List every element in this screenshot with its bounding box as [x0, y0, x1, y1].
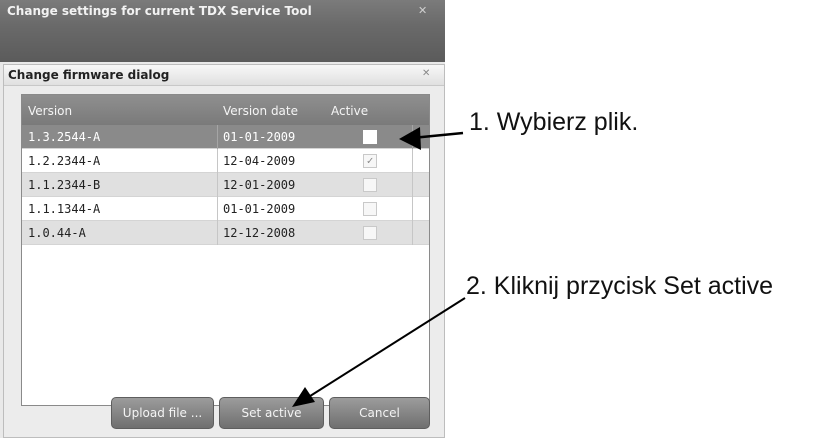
annotation-arrows [292, 127, 466, 407]
arrow-step2 [292, 297, 466, 407]
annotation-step2: 2. Kliknij przycisk Set active [466, 272, 774, 300]
arrow-step1 [399, 127, 464, 150]
annotation-step1: 1. Wybierz plik. [469, 108, 639, 136]
